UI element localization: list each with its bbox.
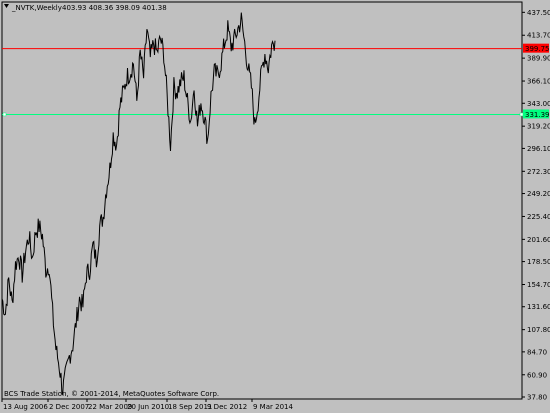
x-tick-label: 22 Mar 2009 [88,403,132,411]
symbol-label: _NVTK,Weekly [11,4,62,12]
copyright-text: BCS Trade Station, © 2001-2014, MetaQuot… [4,390,219,398]
y-tick-label: 272.30 [527,168,550,176]
x-tick-label: 13 Aug 2006 [3,403,48,411]
y-tick-label: 154.70 [527,281,550,289]
chart-header: _NVTK,Weekly 403.93 408.36 398.09 401.38 [4,4,167,12]
y-tick-label: 131.60 [527,303,550,311]
x-tick-label: 9 Dec 2012 [207,403,247,411]
red-level-label: 399.75 [525,45,550,53]
y-tick-label: 389.90 [527,55,550,63]
x-tick-label: 18 Sep 2011 [168,403,212,411]
y-tick-label: 84.70 [527,348,547,356]
y-tick-label: 60.90 [527,371,547,379]
y-tick-label: 107.80 [527,326,550,334]
price-chart[interactable]: _NVTK,Weekly 403.93 408.36 398.09 401.38… [0,0,550,413]
y-tick-label: 296.10 [527,145,550,153]
x-tick-label: 9 Mar 2014 [253,403,293,411]
y-tick-label: 366.10 [527,78,550,86]
y-tick-label: 319.20 [527,123,550,131]
green-level-label: 331.39 [525,111,550,119]
level-handle[interactable] [2,112,7,117]
y-tick-label: 178.50 [527,258,550,266]
level-handle[interactable] [519,112,524,117]
x-tick-label: 2 Dec 2007 [49,403,89,411]
y-tick-label: 343.00 [527,100,550,108]
y-tick-label: 413.70 [527,32,550,40]
x-tick-label: 20 Jun 2010 [127,403,169,411]
y-tick-label: 249.20 [527,190,550,198]
y-tick-label: 37.80 [527,394,547,402]
chart-background [0,0,550,413]
y-tick-label: 201.60 [527,236,550,244]
y-tick-label: 437.50 [527,9,550,17]
ohlc-values: 403.93 408.36 398.09 401.38 [62,4,167,12]
y-tick-label: 225.40 [527,213,550,221]
